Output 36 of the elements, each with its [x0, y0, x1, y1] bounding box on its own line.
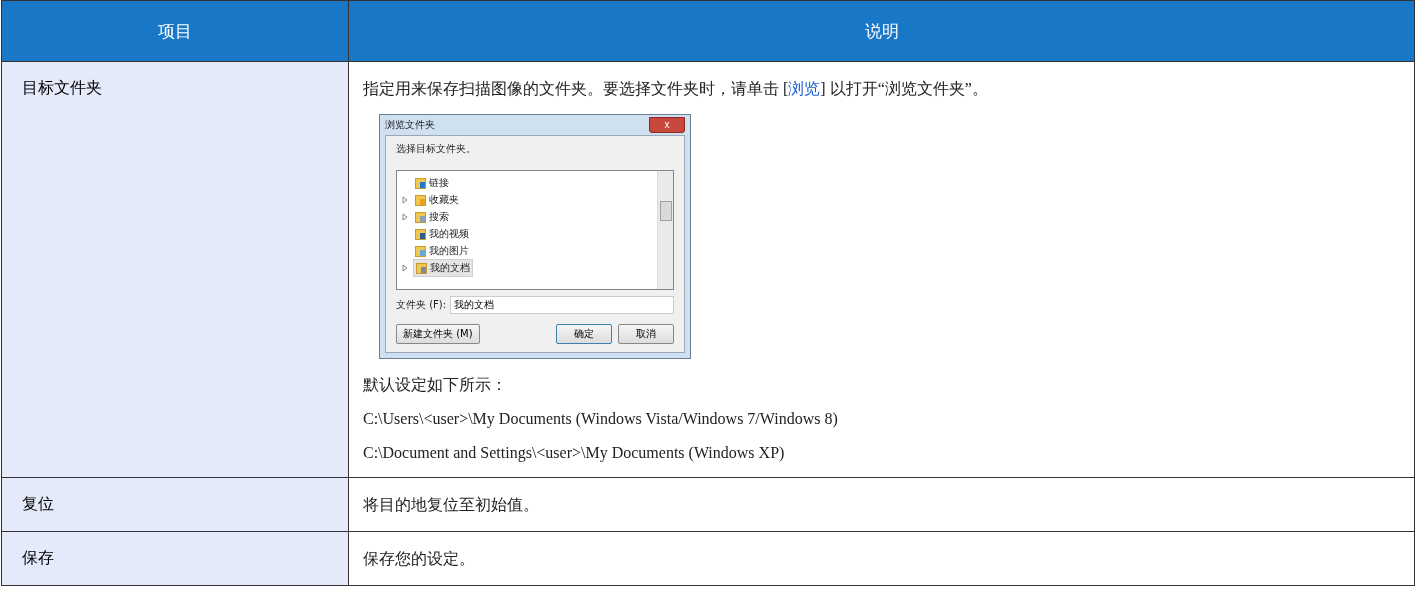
scrollbar[interactable]: [657, 171, 673, 289]
item-cell: 保存: [1, 531, 349, 586]
dialog-button[interactable]: 新建文件夹 (M): [396, 324, 480, 344]
tree-item[interactable]: 链接: [413, 174, 451, 191]
dialog-prompt: 选择目标文件夹。: [396, 142, 477, 156]
close-button[interactable]: x: [649, 117, 685, 133]
tree-item[interactable]: 收藏夹: [413, 191, 461, 208]
note-text: C:\Users\<user>\My Documents (Windows Vista/Windows 7/Windows 8): [363, 409, 839, 429]
tree-item[interactable]: 我的视频: [413, 225, 471, 242]
expand-arrow-icon[interactable]: [402, 195, 408, 204]
folder-icon: [415, 227, 426, 240]
folder-input[interactable]: 我的文档: [450, 296, 674, 314]
folder-icon: [415, 176, 426, 189]
description-text: 将目的地复位至初始值。: [363, 495, 540, 515]
column-header: 说明: [348, 0, 1415, 62]
note-text: 默认设定如下所示：: [363, 375, 508, 395]
folder-icon: [415, 193, 426, 206]
folder-label: 文件夹 (F):: [396, 298, 447, 312]
tree-item[interactable]: 我的文档: [413, 258, 473, 277]
folder-icon: [415, 244, 426, 257]
tree-item[interactable]: 我的图片: [413, 242, 471, 259]
browse-link[interactable]: 浏览: [788, 80, 821, 97]
item-cell: 复位: [1, 477, 349, 532]
description-text: 指定用来保存扫描图像的文件夹。要选择文件夹时，请单击 [浏览] 以打开“浏览文件夹”。: [363, 79, 989, 99]
dialog-button[interactable]: 取消: [618, 324, 674, 344]
expand-arrow-icon[interactable]: [402, 263, 408, 272]
folder-icon: [416, 261, 427, 274]
note-text: C:\Document and Settings\<user>\My Documents (Windows XP): [363, 443, 786, 463]
expand-arrow-icon[interactable]: [402, 212, 408, 221]
description-text: 保存您的设定。: [363, 549, 476, 569]
dialog-title: 浏览文件夹: [385, 118, 435, 132]
item-cell: 目标文件夹: [1, 61, 349, 478]
column-header: 项目: [1, 0, 349, 62]
tree-item[interactable]: 搜索: [413, 208, 451, 225]
dialog-button[interactable]: 确定: [556, 324, 612, 344]
folder-icon: [415, 210, 426, 223]
